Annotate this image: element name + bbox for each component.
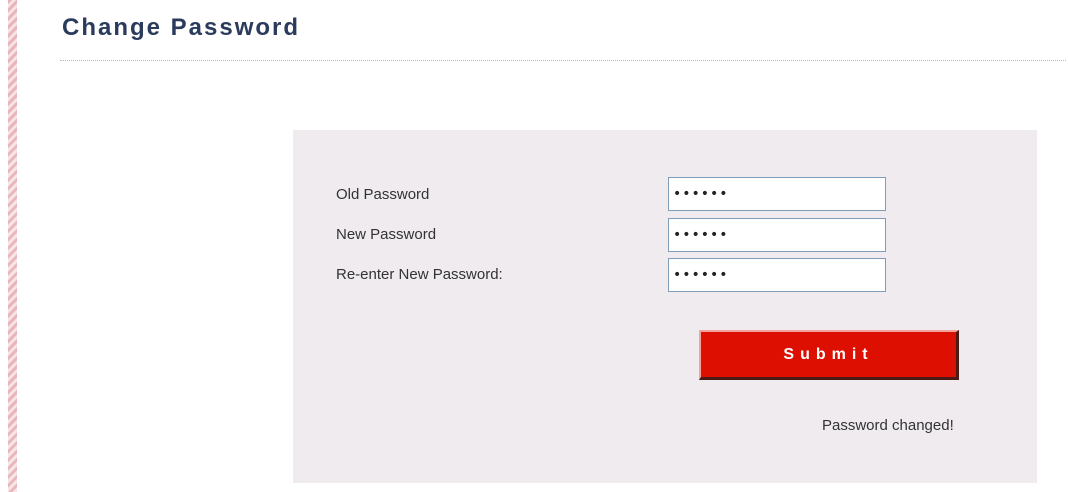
new-password-field[interactable] — [668, 218, 886, 252]
submit-button[interactable]: Submit — [699, 330, 959, 380]
change-password-form: Old Password New Password Re-enter New P… — [293, 130, 1037, 483]
new-password-label: New Password — [336, 226, 437, 243]
confirm-password-field[interactable] — [668, 258, 886, 292]
old-password-label: Old Password — [336, 186, 430, 203]
old-password-field[interactable] — [668, 177, 886, 211]
title-divider — [60, 60, 1066, 61]
page: Change Password Old Password New Passwor… — [0, 0, 1068, 492]
decorative-stripe — [8, 0, 17, 492]
page-title: Change Password — [62, 14, 301, 41]
status-message: Password changed! — [822, 417, 954, 434]
confirm-password-label: Re-enter New Password: — [336, 266, 503, 283]
